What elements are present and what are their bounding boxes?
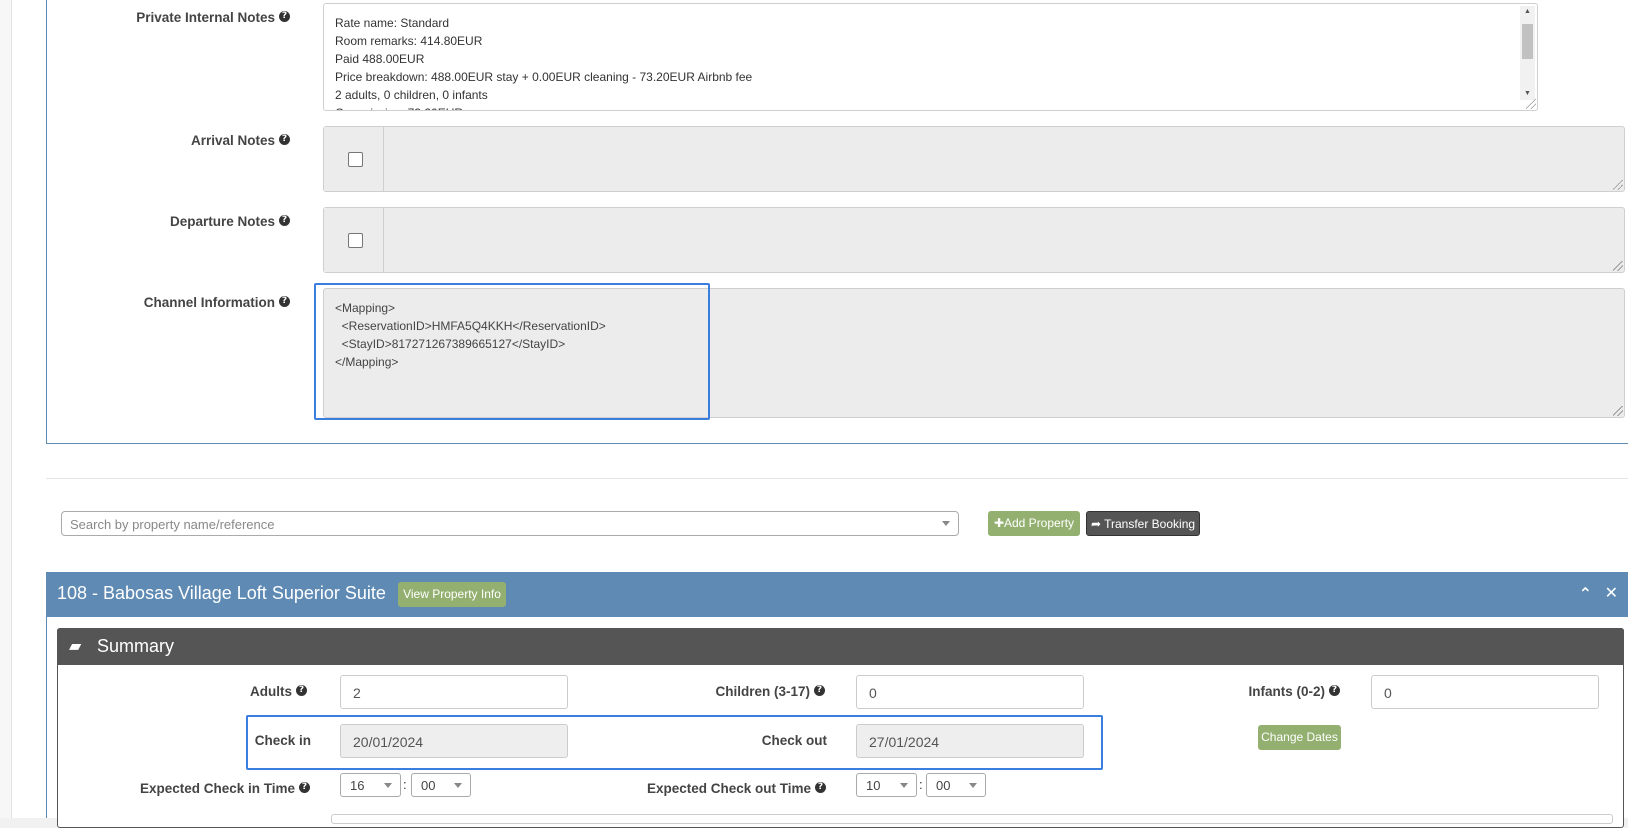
- resize-grip-icon[interactable]: [1526, 99, 1536, 109]
- scroll-up-icon[interactable]: ▲: [1520, 6, 1535, 18]
- share-icon: ➦: [1090, 517, 1105, 531]
- private-notes-label: Private Internal Notes?: [100, 10, 290, 25]
- departure-notes-checkbox-addon: [324, 208, 384, 272]
- private-notes-line: Paid 488.00EUR: [335, 52, 425, 66]
- change-dates-button[interactable]: Change Dates: [1258, 725, 1341, 750]
- check-in-hour-select[interactable]: 16: [340, 773, 401, 797]
- arrival-notes-checkbox[interactable]: [348, 152, 363, 167]
- section-divider: [46, 478, 1628, 479]
- channel-information-label: Channel Information?: [100, 295, 290, 310]
- help-icon[interactable]: ?: [814, 685, 825, 696]
- private-notes-text: Rate name: Standard Room remarks: 414.80E…: [335, 14, 753, 110]
- departure-notes-field: [323, 207, 1625, 273]
- help-icon[interactable]: ?: [279, 11, 290, 22]
- book-icon: ▰: [69, 638, 82, 655]
- private-notes-line: Room remarks: 414.80EUR: [335, 34, 483, 48]
- infants-input[interactable]: 0: [1371, 675, 1599, 709]
- scrollbar-thumb[interactable]: [1522, 24, 1533, 59]
- private-notes-line: 2 adults, 0 children, 0 infants: [335, 88, 488, 102]
- dates-highlight: [246, 715, 1103, 770]
- departure-notes-label: Departure Notes?: [100, 214, 290, 229]
- check-out-hour-select[interactable]: 10: [856, 773, 917, 797]
- help-icon[interactable]: ?: [1329, 685, 1340, 696]
- help-icon[interactable]: ?: [279, 215, 290, 226]
- left-gutter: [0, 0, 12, 818]
- property-header: 108 - Babosas Village Loft Superior Suit…: [46, 572, 1628, 617]
- children-label: Children (3-17)?: [620, 684, 825, 699]
- notes-scrollbar[interactable]: ▲ ▼: [1520, 6, 1535, 100]
- private-notes-line: Commission: 73.20EUR: [335, 104, 752, 110]
- time-separator: :: [403, 777, 407, 792]
- help-icon[interactable]: ?: [296, 685, 307, 696]
- close-icon[interactable]: ✕: [1605, 583, 1618, 603]
- departure-notes-checkbox[interactable]: [348, 233, 363, 248]
- check-out-minute-select[interactable]: 00: [926, 773, 986, 797]
- help-icon[interactable]: ?: [815, 782, 826, 793]
- expected-check-out-time-label: Expected Check out Time?: [620, 781, 826, 796]
- expected-check-in-time-label: Expected Check in Time?: [130, 781, 310, 796]
- summary-header: ▰ Summary: [57, 628, 1624, 665]
- plus-icon: ✚: [993, 516, 1004, 530]
- view-property-info-button[interactable]: View Property Info: [398, 582, 506, 607]
- check-in-minute-select[interactable]: 00: [411, 773, 471, 797]
- channel-info-highlight: [314, 283, 710, 420]
- next-field-partial[interactable]: [331, 814, 1613, 824]
- resize-grip-icon[interactable]: [1613, 261, 1623, 271]
- resize-grip-icon[interactable]: [1613, 406, 1623, 416]
- private-notes-line: Price breakdown: 488.00EUR stay + 0.00EU…: [335, 70, 753, 84]
- dropdown-caret-icon: [454, 783, 462, 788]
- search-placeholder: Search by property name/reference: [70, 517, 275, 532]
- adults-label: Adults?: [150, 684, 307, 699]
- summary-title: Summary: [97, 636, 175, 656]
- arrival-notes-checkbox-addon: [324, 127, 384, 191]
- time-separator: :: [919, 777, 923, 792]
- resize-grip-icon[interactable]: [1613, 180, 1623, 190]
- transfer-booking-button[interactable]: ➦ Transfer Booking: [1086, 511, 1200, 536]
- arrival-notes-field: [323, 126, 1625, 192]
- help-icon[interactable]: ?: [279, 134, 290, 145]
- children-input[interactable]: 0: [856, 675, 1084, 709]
- dropdown-caret-icon: [900, 783, 908, 788]
- help-icon[interactable]: ?: [299, 782, 310, 793]
- dropdown-caret-icon: [942, 521, 950, 526]
- infants-label: Infants (0-2)?: [1140, 684, 1340, 699]
- add-property-button[interactable]: ✚Add Property: [988, 511, 1080, 536]
- dropdown-caret-icon: [384, 783, 392, 788]
- chevron-up-icon[interactable]: ⌃: [1579, 584, 1592, 604]
- adults-input[interactable]: 2: [340, 675, 568, 709]
- help-icon[interactable]: ?: [279, 296, 290, 307]
- private-notes-line: Rate name: Standard: [335, 16, 450, 30]
- private-notes-textarea[interactable]: Rate name: Standard Room remarks: 414.80E…: [323, 3, 1538, 111]
- arrival-notes-label: Arrival Notes?: [100, 133, 290, 148]
- property-title: 108 - Babosas Village Loft Superior Suit…: [57, 583, 386, 603]
- property-search-select[interactable]: Search by property name/reference: [61, 511, 959, 536]
- dropdown-caret-icon: [969, 783, 977, 788]
